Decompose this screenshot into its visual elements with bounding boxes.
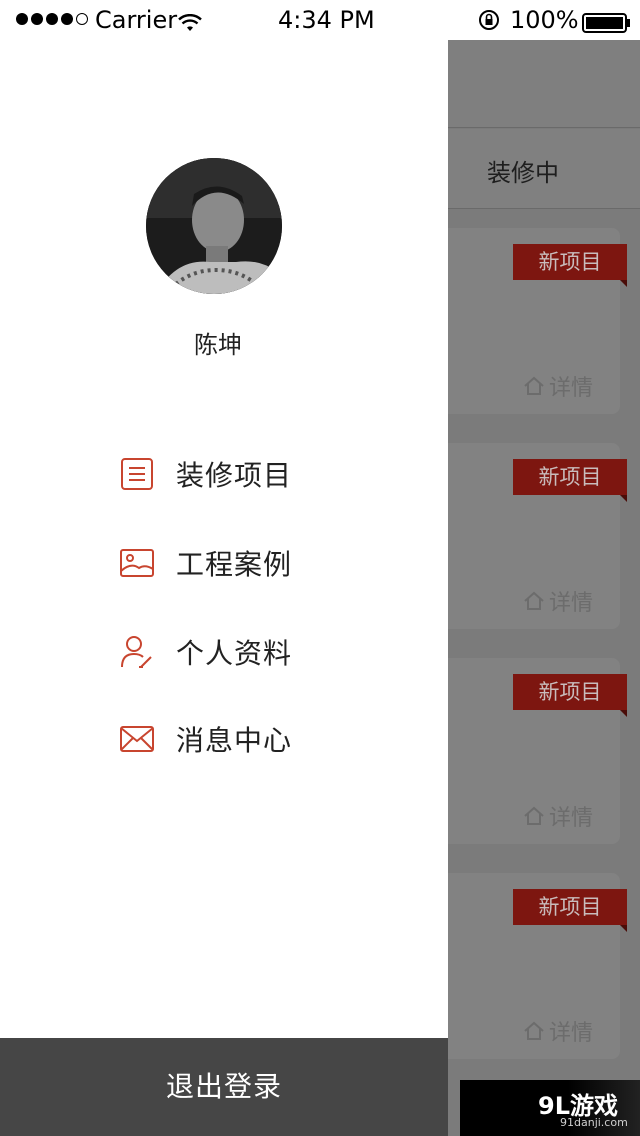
detail-label: 详情 — [549, 806, 594, 831]
main-tab-bar: 装修中 — [448, 129, 640, 209]
clock: 4:34 PM — [278, 6, 375, 34]
wifi-icon — [178, 10, 202, 38]
main-screen-overlay[interactable]: 装修中 新项目 详情 新项目 详情 新项目 详情 新项目 详情 9L游戏 91d… — [448, 40, 640, 1136]
tab-in-progress[interactable]: 装修中 — [487, 153, 559, 188]
new-project-tag: 新项目 — [513, 674, 627, 717]
new-project-tag: 新项目 — [513, 244, 627, 287]
home-icon — [524, 591, 544, 610]
new-project-tag: 新项目 — [513, 889, 627, 932]
project-card[interactable]: 新项目 详情 — [448, 658, 627, 844]
signal-strength-icon — [16, 13, 88, 25]
watermark: 9L游戏 91danji.com — [460, 1080, 640, 1136]
main-nav-bar — [448, 40, 640, 128]
menu-item-label: 个人资料 — [176, 637, 293, 670]
rotation-lock-icon — [478, 9, 500, 37]
avatar[interactable] — [146, 158, 282, 294]
watermark-url: 91danji.com — [560, 1116, 628, 1129]
menu-item-label: 消息中心 — [176, 724, 293, 757]
menu-item-label: 工程案例 — [176, 548, 293, 581]
home-icon — [524, 806, 544, 825]
new-project-tag: 新项目 — [513, 459, 627, 502]
user-name: 陈坤 — [194, 331, 242, 359]
home-icon — [524, 376, 544, 395]
status-bar: Carrier 4:34 PM 100% — [0, 0, 640, 40]
menu-item-cases[interactable]: 工程案例 — [118, 541, 292, 585]
detail-label: 详情 — [549, 376, 594, 401]
menu-item-projects[interactable]: 装修项目 — [118, 452, 292, 496]
menu-item-messages[interactable]: 消息中心 — [118, 717, 292, 761]
detail-label: 详情 — [549, 591, 594, 616]
list-document-icon — [118, 455, 156, 493]
carrier-label: Carrier — [95, 6, 178, 34]
menu-item-profile[interactable]: 个人资料 — [118, 630, 292, 674]
project-card[interactable]: 新项目 详情 — [448, 228, 627, 414]
mail-icon — [118, 720, 156, 758]
project-card[interactable]: 新项目 详情 — [448, 873, 627, 1059]
menu-item-label: 装修项目 — [176, 459, 293, 492]
detail-label: 详情 — [549, 1021, 594, 1046]
home-icon — [524, 1021, 544, 1040]
battery-percent: 100% — [510, 6, 579, 34]
detail-link[interactable]: 详情 — [523, 585, 593, 617]
battery-icon — [582, 11, 632, 39]
side-drawer: 陈坤 装修项目 工程案例 个人资料 消息中心 退出登录 — [0, 40, 448, 1136]
user-edit-icon — [118, 633, 156, 671]
detail-link[interactable]: 详情 — [523, 1015, 593, 1047]
project-card[interactable]: 新项目 详情 — [448, 443, 627, 629]
detail-link[interactable]: 详情 — [523, 800, 593, 832]
detail-link[interactable]: 详情 — [523, 370, 593, 402]
image-icon — [118, 544, 156, 582]
logout-button[interactable]: 退出登录 — [0, 1038, 448, 1136]
